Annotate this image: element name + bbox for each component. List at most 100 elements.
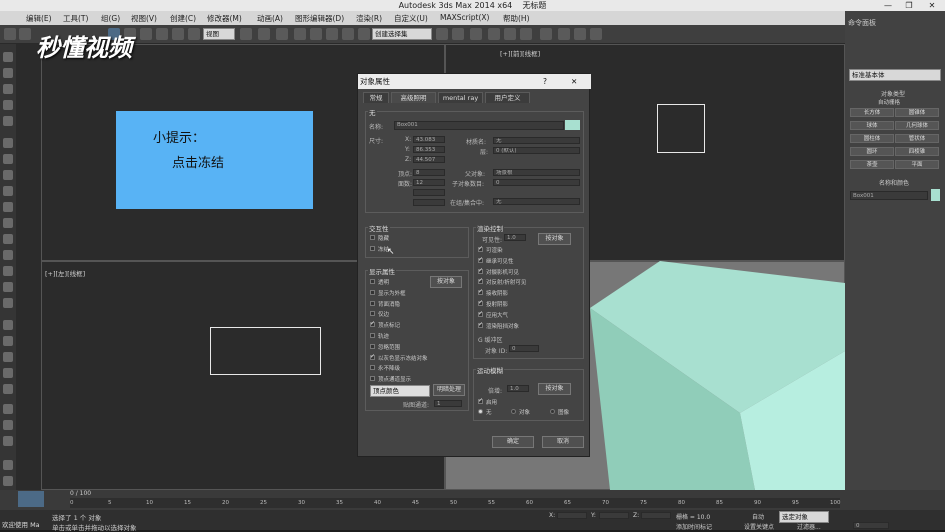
render-setup-icon[interactable] xyxy=(558,28,570,40)
ribbon-icon[interactable] xyxy=(488,28,500,40)
tool-icon[interactable] xyxy=(3,282,13,292)
display-checkbox[interactable] xyxy=(370,365,375,371)
named-selection-combo[interactable]: 创建选择集 xyxy=(372,28,432,40)
multiplier-input[interactable]: 1.0 xyxy=(507,385,529,392)
blur-object-radio[interactable] xyxy=(511,409,516,414)
object-color-swatch[interactable] xyxy=(931,189,940,201)
tool-icon[interactable] xyxy=(3,100,13,110)
render-icon[interactable] xyxy=(590,28,602,40)
schematic-view-icon[interactable] xyxy=(520,28,532,40)
display-checkbox[interactable] xyxy=(370,289,375,295)
percent-snap-icon[interactable] xyxy=(326,28,338,40)
tool-icon[interactable] xyxy=(3,404,13,414)
viewport-front-label[interactable]: [+][前][线框] xyxy=(500,48,540,58)
primitive-type-combo[interactable]: 标准基本体 xyxy=(849,69,941,81)
display-option-label[interactable]: 以灰色显示冻结对象 xyxy=(378,354,428,362)
tool-icon[interactable] xyxy=(3,320,13,330)
layer-manager-icon[interactable] xyxy=(470,28,482,40)
menu-animation[interactable]: 动画(A) xyxy=(257,13,283,24)
display-checkbox[interactable] xyxy=(370,353,375,360)
blur-none-radio[interactable] xyxy=(478,409,483,414)
object-name-field[interactable]: Box001 xyxy=(850,191,928,200)
vertex-color-combo[interactable]: 顶点颜色 xyxy=(370,385,430,397)
tool-icon[interactable] xyxy=(3,202,13,212)
tool-icon[interactable] xyxy=(3,84,13,94)
geosphere-button[interactable]: 几何球体 xyxy=(895,121,939,130)
torus-button[interactable]: 圆环 xyxy=(850,147,894,156)
tab-mental-ray[interactable]: mental ray xyxy=(438,92,483,103)
hide-checkbox[interactable] xyxy=(370,235,375,240)
visibility-input[interactable]: 1.0 xyxy=(504,234,526,241)
sphere-button[interactable]: 球体 xyxy=(850,121,894,130)
tool-icon[interactable] xyxy=(3,352,13,362)
menu-views[interactable]: 视图(V) xyxy=(131,13,157,24)
render-option-label[interactable]: 投射阴影 xyxy=(486,300,508,308)
menu-tools[interactable]: 工具(T) xyxy=(63,13,88,24)
move-icon[interactable] xyxy=(172,28,184,40)
tool-icon[interactable] xyxy=(3,336,13,346)
render-checkbox[interactable] xyxy=(478,256,483,263)
ok-button[interactable]: 确定 xyxy=(492,436,534,448)
display-checkbox[interactable] xyxy=(370,376,375,382)
menu-modifiers[interactable]: 修改器(M) xyxy=(207,13,242,24)
help-button[interactable]: ? xyxy=(543,74,547,89)
material-editor-icon[interactable] xyxy=(540,28,552,40)
tool-icon[interactable] xyxy=(3,68,13,78)
redo-icon[interactable] xyxy=(19,28,31,40)
display-option-label[interactable]: 显示为外框 xyxy=(378,289,406,297)
render-by-object-button[interactable]: 按对象 xyxy=(538,233,571,245)
display-by-object-button[interactable]: 按对象 xyxy=(430,276,462,288)
blur-image-label[interactable]: 图像 xyxy=(558,408,569,416)
tool-icon[interactable] xyxy=(3,116,13,126)
rotate-icon[interactable] xyxy=(188,28,200,40)
z-coord-input[interactable] xyxy=(641,512,671,519)
display-checkbox[interactable] xyxy=(370,333,375,338)
tab-user-defined[interactable]: 用户定义 xyxy=(485,92,530,103)
object-color-swatch[interactable] xyxy=(565,120,580,130)
object-id-input[interactable]: 0 xyxy=(509,345,539,352)
render-checkbox[interactable] xyxy=(478,277,483,285)
menu-help[interactable]: 帮助(H) xyxy=(503,13,530,24)
reference-coord-combo[interactable]: 视图 xyxy=(203,28,235,40)
snaps-icon[interactable] xyxy=(294,28,306,40)
tube-button[interactable]: 管状体 xyxy=(895,134,939,143)
object-type-rollout[interactable]: 对象类型 xyxy=(881,89,905,98)
freeze-checkbox[interactable] xyxy=(370,246,375,251)
spinner-snap-icon[interactable] xyxy=(342,28,354,40)
shaded-button[interactable]: 明暗处理 xyxy=(433,384,465,396)
menu-graph-editors[interactable]: 图形编辑器(D) xyxy=(295,13,344,24)
menu-rendering[interactable]: 渲染(R) xyxy=(356,13,382,24)
tool-icon[interactable] xyxy=(3,218,13,228)
pyramid-button[interactable]: 四棱锥 xyxy=(895,147,939,156)
render-option-label[interactable]: 可渲染 xyxy=(486,246,503,254)
tool-icon[interactable] xyxy=(3,138,13,148)
tool-icon[interactable] xyxy=(3,52,13,62)
blur-object-label[interactable]: 对象 xyxy=(519,408,530,416)
blur-image-radio[interactable] xyxy=(550,409,555,414)
render-checkbox[interactable] xyxy=(478,245,483,252)
autogrid-label[interactable]: 自动栅格 xyxy=(878,98,900,106)
menu-group[interactable]: 组(G) xyxy=(101,13,120,24)
close-window-button[interactable]: ✕ xyxy=(920,0,944,11)
tab-general[interactable]: 常规 xyxy=(363,92,389,103)
render-option-label[interactable]: 对反射/折射可见 xyxy=(486,278,526,286)
tool-icon[interactable] xyxy=(3,234,13,244)
window-crossing-icon[interactable] xyxy=(156,28,168,40)
select-manipulate-icon[interactable] xyxy=(258,28,270,40)
cylinder-button[interactable]: 圆柱体 xyxy=(850,134,894,143)
display-checkbox[interactable] xyxy=(370,279,375,284)
blur-none-label[interactable]: 无 xyxy=(486,408,492,416)
display-option-label[interactable]: 忽略范围 xyxy=(378,343,400,351)
render-option-label[interactable]: 渲染阻挡对象 xyxy=(486,322,519,330)
display-option-label[interactable]: 背面消隐 xyxy=(378,300,400,308)
x-coord-input[interactable] xyxy=(557,512,587,519)
curve-editor-icon[interactable] xyxy=(504,28,516,40)
display-checkbox[interactable] xyxy=(370,300,375,306)
tool-icon[interactable] xyxy=(3,368,13,378)
render-checkbox[interactable] xyxy=(478,288,483,296)
keyboard-shortcut-icon[interactable] xyxy=(276,28,288,40)
object-name-input[interactable]: Box001 xyxy=(394,121,564,130)
cone-button[interactable]: 圆锥体 xyxy=(895,108,939,117)
dialog-close-button[interactable]: ✕ xyxy=(571,74,577,89)
pivot-icon[interactable] xyxy=(240,28,252,40)
